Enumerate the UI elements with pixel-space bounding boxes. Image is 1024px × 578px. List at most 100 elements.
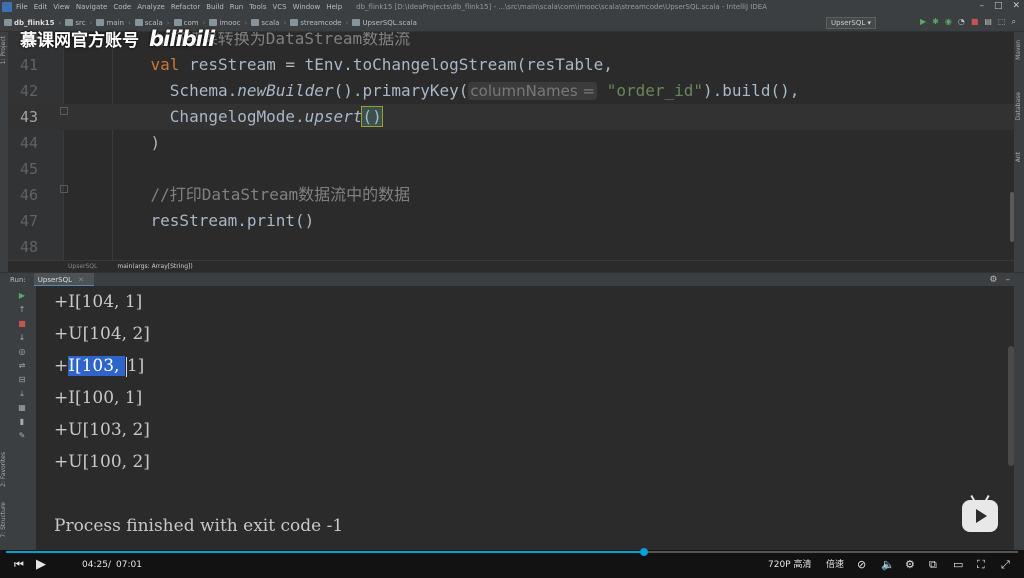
- pin-icon[interactable]: ⊟: [12, 374, 32, 385]
- up-arrow-icon[interactable]: ↑: [12, 304, 32, 315]
- close-icon[interactable]: ✕: [1012, 1, 1020, 11]
- progress-bar[interactable]: [6, 548, 1018, 556]
- console-line[interactable]: +U[104, 2]: [54, 320, 150, 348]
- soft-wrap-icon[interactable]: ⇌: [12, 360, 32, 371]
- breadcrumb-item[interactable]: UpserSQL.scala: [352, 19, 417, 27]
- code-line[interactable]: 46 //打印DataStream数据流中的数据: [8, 182, 1014, 208]
- delete-icon[interactable]: ▮: [12, 416, 32, 427]
- volume-icon[interactable]: 🔈: [881, 558, 895, 572]
- progress-knob[interactable]: [639, 548, 648, 556]
- structure-tool-tab[interactable]: 7: Structure: [0, 502, 7, 538]
- console-line[interactable]: +I[100, 1]: [54, 384, 142, 412]
- favorites-tool-tab[interactable]: 2: Favorites: [0, 452, 7, 487]
- code-line[interactable]: 47 resStream.print(): [8, 208, 1014, 234]
- code-line[interactable]: 41 val resStream = tEnv.toChangelogStrea…: [8, 52, 1014, 78]
- code-line[interactable]: 45: [8, 156, 1014, 182]
- danmaku-off-icon[interactable]: ⊘: [857, 558, 866, 572]
- console-scrollbar[interactable]: [1008, 346, 1014, 466]
- line-number: 48: [19, 238, 38, 256]
- editor-scrollbar[interactable]: [1010, 192, 1014, 242]
- run-tab-upsersql[interactable]: UpserSQL ✕: [33, 272, 94, 287]
- menu-file[interactable]: File: [16, 3, 28, 11]
- right-tool-strip: Maven Database Ant: [1014, 32, 1024, 550]
- menu-build[interactable]: Build: [206, 3, 224, 11]
- line-number: 42: [19, 82, 38, 100]
- code-line[interactable]: 48: [8, 234, 1014, 260]
- folder-icon: [96, 19, 105, 26]
- intellij-app-icon: [2, 2, 12, 12]
- minimize-icon[interactable]: –: [979, 1, 984, 11]
- console-line[interactable]: +I[103, 1]: [54, 352, 144, 380]
- menu-help[interactable]: Help: [326, 3, 342, 11]
- close-tab-icon[interactable]: ✕: [78, 276, 84, 284]
- fold-marker-icon[interactable]: [60, 107, 68, 115]
- menu-edit[interactable]: Edit: [34, 3, 48, 11]
- play-button[interactable]: ▶: [36, 558, 46, 572]
- rerun-icon[interactable]: ▶: [12, 290, 32, 301]
- widescreen-icon[interactable]: ▭: [953, 558, 963, 572]
- profile-icon[interactable]: ◔: [958, 17, 965, 27]
- project-structure-icon[interactable]: ▤: [984, 17, 992, 27]
- database-tool-tab[interactable]: Database: [1015, 92, 1022, 121]
- window-controls: – □ ✕: [979, 1, 1020, 11]
- scroll-to-end-icon[interactable]: ⤓: [12, 388, 32, 399]
- search-everywhere-icon[interactable]: ⌕: [1012, 17, 1016, 27]
- skip-back-icon[interactable]: ⏮: [14, 558, 24, 572]
- hide-panel-icon[interactable]: –: [1006, 275, 1011, 285]
- play-triangle-icon: [976, 509, 987, 523]
- pin-tab-icon[interactable]: ✎: [12, 430, 32, 441]
- console-line[interactable]: Process finished with exit code -1: [54, 512, 343, 540]
- speed-button[interactable]: 倍速: [826, 558, 844, 572]
- console-line[interactable]: +U[100, 2]: [54, 448, 150, 476]
- down-arrow-icon[interactable]: ↓: [12, 332, 32, 343]
- code-text: Schema.newBuilder().primaryKey(columnNam…: [112, 78, 799, 104]
- menu-refactor[interactable]: Refactor: [171, 3, 200, 11]
- camera-icon[interactable]: ◎: [12, 346, 32, 357]
- menu-vcs[interactable]: VCS: [272, 3, 286, 11]
- sdk-icon[interactable]: ⬚: [998, 17, 1006, 27]
- ant-tool-tab[interactable]: Ant: [1015, 152, 1022, 162]
- code-token: newBuilder: [237, 81, 334, 100]
- quality-button[interactable]: 720P 高清: [768, 558, 811, 572]
- settings-icon[interactable]: ⚙: [905, 558, 915, 572]
- console-line[interactable]: +I[104, 1]: [54, 288, 142, 316]
- menu-window[interactable]: Window: [293, 3, 321, 11]
- run-icon[interactable]: ▶: [920, 17, 926, 27]
- crumb-method[interactable]: main(args: Array[String]): [117, 263, 192, 270]
- maximize-icon[interactable]: □: [994, 1, 1003, 11]
- code-editor[interactable]: 40 //将结果转换为DataStream数据流 41 val resStream…: [8, 32, 1014, 260]
- menu-code[interactable]: Code: [113, 3, 131, 11]
- console-line[interactable]: +U[103, 2]: [54, 416, 150, 444]
- menu-tools[interactable]: Tools: [249, 3, 266, 11]
- coverage-icon[interactable]: ◉: [945, 17, 952, 27]
- print-icon[interactable]: ▦: [12, 402, 32, 413]
- run-configuration-select[interactable]: UpserSQL ▾: [826, 17, 876, 29]
- total-time: 07:01: [116, 560, 142, 570]
- menu-navigate[interactable]: Navigate: [76, 3, 107, 11]
- breadcrumb-item[interactable]: scala ›: [251, 19, 286, 27]
- crumb-class[interactable]: UpserSQL: [68, 263, 97, 270]
- folder-icon: [4, 19, 12, 26]
- project-tool-tab[interactable]: 1: Project: [0, 36, 7, 64]
- breadcrumb-item[interactable]: imooc ›: [209, 19, 247, 27]
- web-fullscreen-icon[interactable]: ⛶: [977, 558, 985, 572]
- menu-analyze[interactable]: Analyze: [137, 3, 165, 11]
- toolbar-icons: ▶ ✱ ◉ ◔ ■ ▤ ⬚ ⌕: [920, 17, 1016, 27]
- debug-icon[interactable]: ✱: [932, 17, 939, 27]
- menu-run[interactable]: Run: [230, 3, 243, 11]
- breadcrumb-item[interactable]: streamcode ›: [290, 19, 348, 27]
- gear-icon[interactable]: ⚙: [989, 275, 997, 285]
- console-output[interactable]: +I[104, 1] +U[104, 2] +I[103, 1] +I[100, 1]…: [36, 286, 1014, 550]
- fold-marker-icon[interactable]: [60, 185, 68, 193]
- maven-tool-tab[interactable]: Maven: [1015, 40, 1022, 60]
- menu-view[interactable]: View: [53, 3, 70, 11]
- code-token: "order_id": [606, 81, 704, 100]
- code-line[interactable]: 44 ): [8, 130, 1014, 156]
- fullscreen-icon[interactable]: ⤢: [1001, 558, 1010, 572]
- bilibili-play-icon[interactable]: [962, 494, 998, 532]
- pip-icon[interactable]: ⧉: [929, 558, 937, 572]
- code-line[interactable]: 43 ChangelogMode.upsert(): [8, 104, 1014, 130]
- stop-process-icon[interactable]: ■: [12, 318, 32, 329]
- code-line[interactable]: 42 Schema.newBuilder().primaryKey(column…: [8, 78, 1014, 104]
- stop-icon[interactable]: ■: [971, 17, 979, 27]
